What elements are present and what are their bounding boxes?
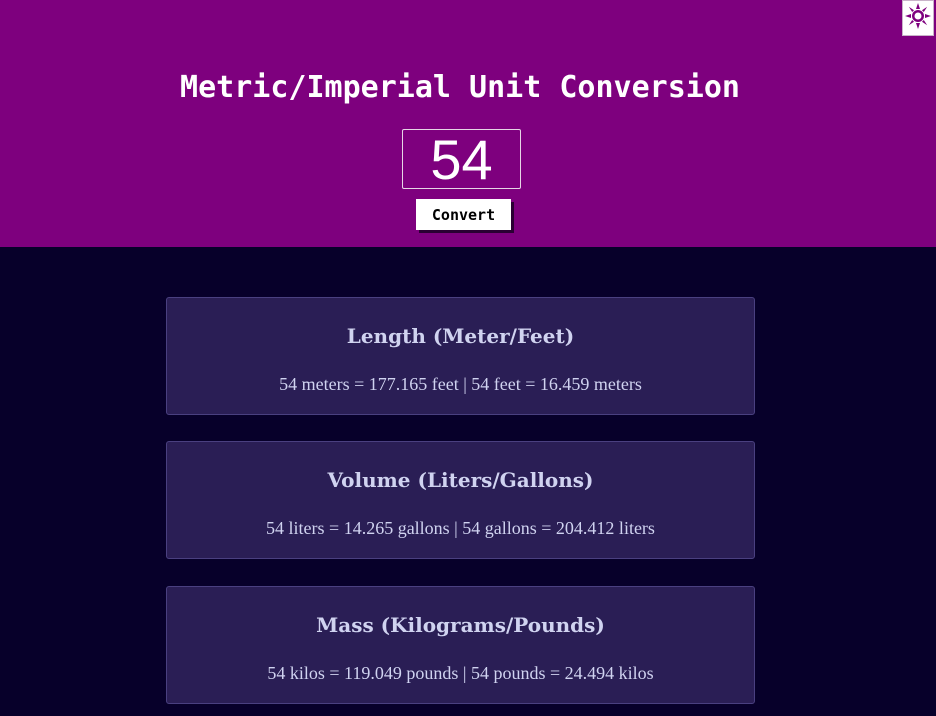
card-heading: Mass (Kilograms/Pounds) [316,613,605,637]
card-result: 54 kilos = 119.049 pounds | 54 pounds = … [267,663,654,683]
card-result: 54 liters = 14.265 gallons | 54 gallons … [266,518,655,538]
length-conversion-card: Length (Meter/Feet) 54 meters = 177.165 … [166,297,755,415]
sun-icon [904,2,932,35]
page-title: Metric/Imperial Unit Conversion [180,70,740,105]
mass-conversion-card: Mass (Kilograms/Pounds) 54 kilos = 119.0… [166,586,755,704]
card-heading: Volume (Liters/Gallons) [327,468,594,492]
volume-conversion-card: Volume (Liters/Gallons) 54 liters = 14.2… [166,441,755,559]
card-result: 54 meters = 177.165 feet | 54 feet = 16.… [279,374,642,394]
convert-button[interactable]: Convert [416,199,511,230]
theme-toggle-button[interactable] [902,0,934,36]
value-input[interactable] [402,129,521,189]
header: Metric/Imperial Unit Conversion Convert [0,0,936,247]
card-heading: Length (Meter/Feet) [346,324,575,348]
